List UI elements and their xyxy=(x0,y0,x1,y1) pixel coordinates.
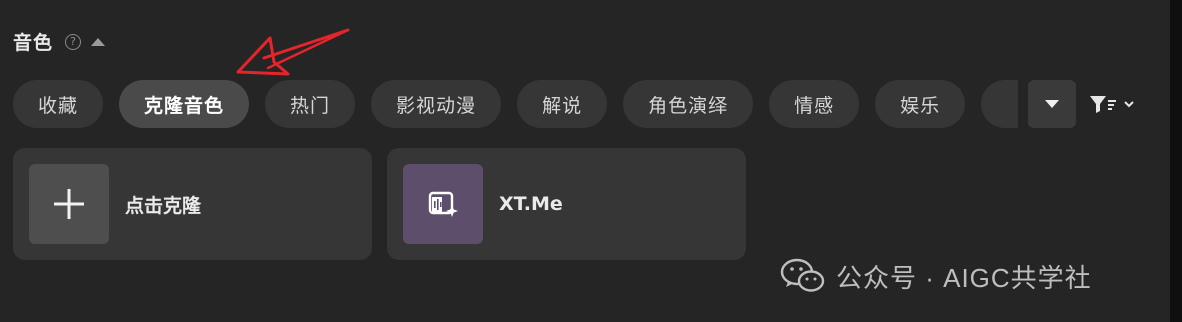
more-tabs-button[interactable] xyxy=(1028,80,1076,128)
tab-popular[interactable]: 热门 xyxy=(265,80,356,128)
collapse-caret-icon[interactable] xyxy=(91,37,106,46)
plus-icon xyxy=(54,189,84,219)
tab-entertainment[interactable]: 娱乐 xyxy=(875,80,966,128)
filter-icon xyxy=(1090,96,1116,113)
annotation-arrow xyxy=(236,28,350,76)
help-icon[interactable]: ? xyxy=(65,33,82,50)
clone-thumb xyxy=(29,164,109,244)
right-edge-strip xyxy=(1170,0,1182,322)
tab-favorites[interactable]: 收藏 xyxy=(13,80,104,128)
tab-cloned-voices[interactable]: 克隆音色 xyxy=(119,80,250,128)
category-tabs: 收藏 克隆音色 热门 影视动漫 解说 角色演绎 情感 娱乐 xyxy=(13,80,1018,128)
tab-overflow[interactable] xyxy=(981,80,1018,128)
section-title: 音色 xyxy=(13,32,54,54)
wechat-icon xyxy=(780,258,825,292)
chevron-down-icon xyxy=(1124,101,1134,108)
clone-card-label: 点击克隆 xyxy=(125,194,202,217)
watermark-text: 公众号 · AIGC共学社 xyxy=(836,262,1092,293)
voice-card-label: XT.Me xyxy=(499,193,563,215)
caret-down-icon xyxy=(1045,100,1059,108)
tab-narration[interactable]: 解说 xyxy=(517,80,608,128)
tab-emotion[interactable]: 情感 xyxy=(769,80,860,128)
clone-voice-card[interactable]: 点击克隆 xyxy=(13,148,372,260)
voice-clone-icon xyxy=(428,191,458,217)
watermark: 公众号 · AIGC共学社 xyxy=(780,256,1092,296)
section-header: 音色 ? xyxy=(13,28,106,55)
tab-film-anime[interactable]: 影视动漫 xyxy=(371,80,502,128)
voice-card-xtme[interactable]: XT.Me xyxy=(387,148,746,260)
voice-thumb xyxy=(403,164,483,244)
tab-role-play[interactable]: 角色演绎 xyxy=(623,80,754,128)
voice-panel: 音色 ? 收藏 克隆音色 热门 影视动漫 解说 角色演绎 情感 娱乐 点击克隆 … xyxy=(0,0,1182,322)
filter-button[interactable] xyxy=(1088,88,1144,120)
